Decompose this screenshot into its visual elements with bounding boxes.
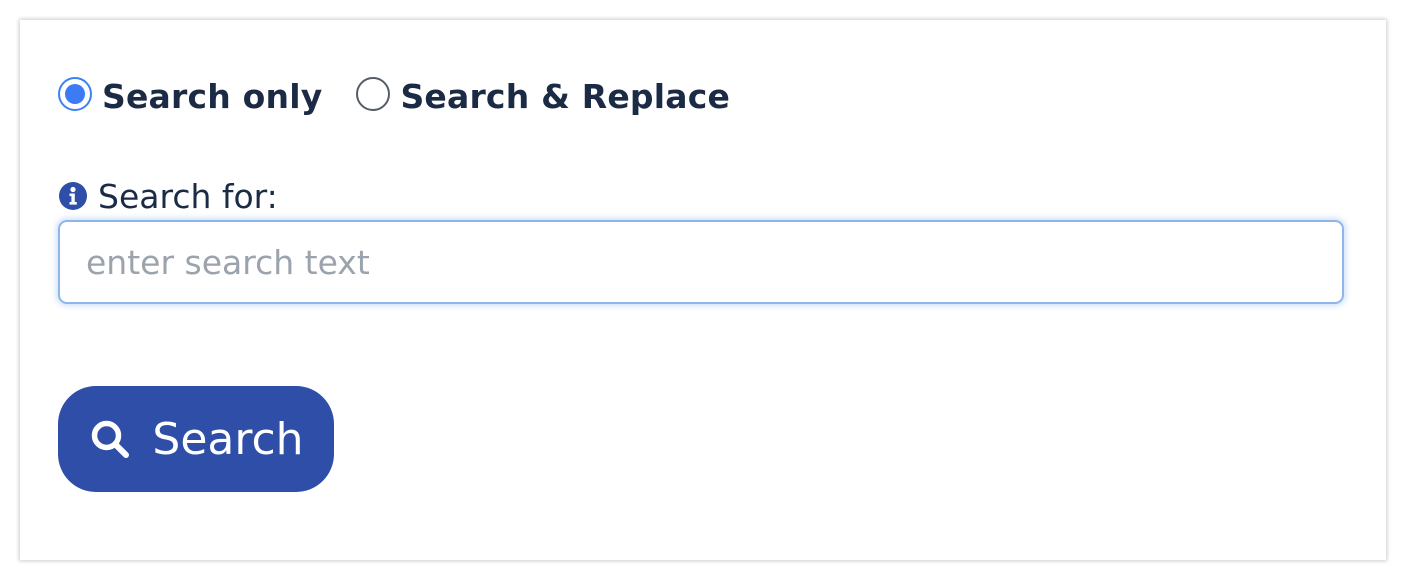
radio-search-only[interactable] [58,77,92,111]
radio-option-search-only[interactable]: Search only [58,77,322,116]
radio-label-search-replace[interactable]: Search & Replace [400,77,730,116]
radio-label-search-only[interactable]: Search only [102,77,322,116]
search-for-label-row: Search for: [58,174,278,218]
search-button-label: Search [152,413,304,465]
magnifier-icon [92,420,130,458]
radio-search-replace[interactable] [356,77,391,111]
search-for-label: Search for: [98,176,278,216]
search-mode-group: Search only Search & Replace [58,74,730,118]
info-icon[interactable] [58,181,88,211]
search-button[interactable]: Search [58,386,334,492]
search-input[interactable] [58,220,1344,304]
search-panel: Search only Search & Replace Search for:… [20,20,1386,560]
radio-option-search-replace[interactable]: Search & Replace [356,77,730,116]
